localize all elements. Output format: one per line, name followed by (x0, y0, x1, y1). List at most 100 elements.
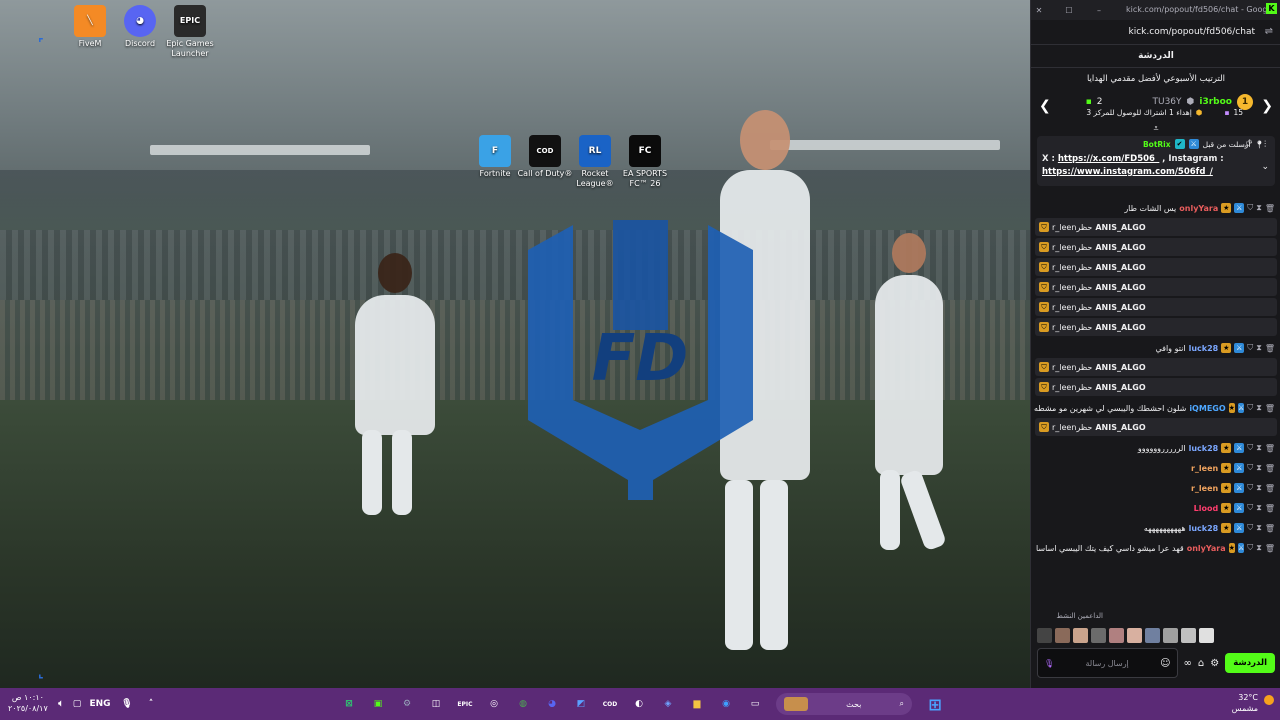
shield-icon[interactable]: ⛉ (1247, 343, 1253, 353)
mod-user-name[interactable]: ANIS_ALGO (1095, 303, 1145, 312)
message-user-name[interactable]: Llood (1194, 504, 1219, 513)
delete-icon[interactable]: 🗑︎ (1265, 544, 1275, 553)
shield-icon[interactable]: ⛉ (1247, 483, 1253, 493)
avatar[interactable] (1127, 628, 1142, 643)
message-user-name[interactable]: luck28 (1189, 524, 1219, 533)
more-options-icon[interactable]: ⋮ (1262, 139, 1270, 148)
avatar[interactable] (1181, 628, 1196, 643)
task-view-icon[interactable]: ▭ (744, 693, 766, 715)
mod-user-name[interactable]: ANIS_ALGO (1095, 283, 1145, 292)
chat-send-button[interactable]: الدردشة (1225, 653, 1275, 673)
desktop-icon-ea-fc[interactable]: FC EA SPORTS FC™ 26 (615, 135, 675, 189)
desktop-icon-epic-games[interactable]: EPIC Epic Games Launcher (160, 5, 220, 59)
taskbar-search[interactable]: بحث ⌕ (776, 693, 912, 715)
mod-user-name[interactable]: ANIS_ALGO (1095, 363, 1145, 372)
shield-icon[interactable]: ⛉ (1247, 543, 1253, 553)
shield-icon[interactable]: ⛉ (1247, 523, 1253, 533)
message-user-name[interactable]: iQMEGO (1189, 404, 1225, 413)
avatar[interactable] (1163, 628, 1178, 643)
app-taskbar-icon[interactable]: ◩ (570, 693, 592, 715)
delete-icon[interactable]: 🗑︎ (1265, 504, 1275, 513)
message-user-name[interactable]: r_leen (1191, 464, 1218, 473)
pin-icon[interactable]: 📌︎ (1243, 139, 1253, 148)
pinned-link-x[interactable]: https://x.com/FD506_ (1058, 154, 1159, 164)
timeout-icon[interactable]: ⧗ (1256, 343, 1262, 353)
timeout-icon[interactable]: ⧗ (1256, 463, 1262, 473)
chevron-down-icon[interactable]: ⌄ (1261, 162, 1269, 172)
pinned-link-instagram[interactable]: https://www.instagram.com/506fd_/ (1042, 167, 1213, 177)
chat-input[interactable]: 🎙︎ إرسال رسالة ☺ (1037, 648, 1178, 678)
leaderboard-first-name[interactable]: i3rboo (1199, 97, 1232, 107)
minimize-icon[interactable]: – (1091, 6, 1107, 15)
timeout-icon[interactable]: ⧗ (1256, 443, 1262, 453)
chevron-up-icon[interactable]: ˄ (140, 693, 162, 715)
volume-icon[interactable]: 🔈︎ (50, 693, 72, 715)
epic-games-taskbar-icon[interactable]: EPIC (454, 693, 476, 715)
delete-icon[interactable]: 🗑︎ (1265, 484, 1275, 493)
mic-icon[interactable]: 🎙︎ (1044, 659, 1054, 668)
kick-taskbar-icon[interactable]: ▣ (367, 693, 389, 715)
edge-icon[interactable]: ◉ (715, 693, 737, 715)
close-icon[interactable]: ✕ (1031, 6, 1047, 15)
address-bar[interactable]: kick.com/popout/fd506/chat ⇌ (1031, 20, 1280, 44)
rocket-league-taskbar-icon[interactable]: ◈ (657, 693, 679, 715)
pinned-sender[interactable]: BotRix (1143, 140, 1171, 149)
message-user-name[interactable]: luck28 (1189, 344, 1219, 353)
chevron-left-icon[interactable]: ❮ (1039, 98, 1051, 114)
avatar[interactable] (1091, 628, 1106, 643)
timeout-icon[interactable]: ⧗ (1256, 403, 1262, 413)
shield-icon[interactable]: ⛉ (1247, 503, 1253, 513)
avatar[interactable] (1145, 628, 1160, 643)
delete-icon[interactable]: 🗑︎ (1265, 524, 1275, 533)
delete-icon[interactable]: 🗑︎ (1265, 444, 1275, 453)
timeout-icon[interactable]: ⧗ (1256, 503, 1262, 513)
language-indicator[interactable]: ENG (89, 693, 110, 715)
mod-user-name[interactable]: ANIS_ALGO (1095, 223, 1145, 232)
message-user-name[interactable]: onlyYara (1187, 544, 1226, 553)
timeout-icon[interactable]: ⧗ (1256, 523, 1262, 533)
maximize-icon[interactable]: ☐ (1061, 6, 1077, 15)
avatar[interactable] (1037, 628, 1052, 643)
mod-user-name[interactable]: ANIS_ALGO (1095, 423, 1145, 432)
shield-icon[interactable]: ⛉ (1247, 403, 1253, 413)
microphone-icon[interactable]: 🎙︎ (116, 693, 138, 715)
avatar[interactable] (1199, 628, 1214, 643)
file-explorer-icon[interactable]: ▆ (686, 693, 708, 715)
message-user-name[interactable]: luck28 (1189, 444, 1219, 453)
message-user-name[interactable]: onlyYara (1179, 204, 1218, 213)
obs-icon[interactable]: ◎ (483, 693, 505, 715)
delete-icon[interactable]: 🗑︎ (1265, 344, 1275, 353)
mod-user-name[interactable]: ANIS_ALGO (1095, 323, 1145, 332)
collapse-icon[interactable]: ⩡ (1031, 125, 1280, 134)
call-of-duty-taskbar-icon[interactable]: COD (599, 693, 621, 715)
steam-icon[interactable]: ◐ (628, 693, 650, 715)
avatar[interactable] (1109, 628, 1124, 643)
timeout-icon[interactable]: ⧗ (1256, 483, 1262, 493)
delete-icon[interactable]: 🗑︎ (1265, 404, 1275, 413)
avatar[interactable] (1073, 628, 1088, 643)
xbox-icon[interactable]: ⊠ (338, 693, 360, 715)
timeout-icon[interactable]: ⧗ (1256, 203, 1262, 213)
mod-user-name[interactable]: ANIS_ALGO (1095, 243, 1145, 252)
timeout-icon[interactable]: ⧗ (1256, 543, 1262, 553)
message-user-name[interactable]: r_leen (1191, 484, 1218, 493)
shield-icon[interactable]: ⛉ (1247, 463, 1253, 473)
mod-user-name[interactable]: ANIS_ALGO (1095, 263, 1145, 272)
shield-icon[interactable]: ⛉ (1247, 203, 1253, 213)
kick-rewards-icon[interactable]: ∞ (1184, 658, 1192, 669)
settings-icon[interactable]: ⚙ (1210, 658, 1219, 669)
delete-icon[interactable]: 🗑︎ (1265, 204, 1275, 213)
clock[interactable]: ١٠:١٠ ص ٢٠٢٥/٠٨/١٧ (8, 692, 48, 714)
site-settings-icon[interactable]: ⇌ (1265, 26, 1273, 37)
avatar[interactable] (1055, 628, 1070, 643)
discord-taskbar-icon[interactable]: ◕ (541, 693, 563, 715)
chevron-right-icon[interactable]: ❯ (1261, 98, 1273, 114)
chrome-icon[interactable]: ◍ (512, 693, 534, 715)
weather-widget[interactable]: 32°C مشمس (1232, 692, 1274, 714)
store-icon[interactable]: ⌂ (1198, 658, 1204, 669)
settings-taskbar-icon[interactable]: ⚙ (396, 693, 418, 715)
emoji-icon[interactable]: ☺ (1160, 658, 1170, 669)
mod-user-name[interactable]: ANIS_ALGO (1095, 383, 1145, 392)
store-taskbar-icon[interactable]: ◫ (425, 693, 447, 715)
delete-icon[interactable]: 🗑︎ (1265, 464, 1275, 473)
